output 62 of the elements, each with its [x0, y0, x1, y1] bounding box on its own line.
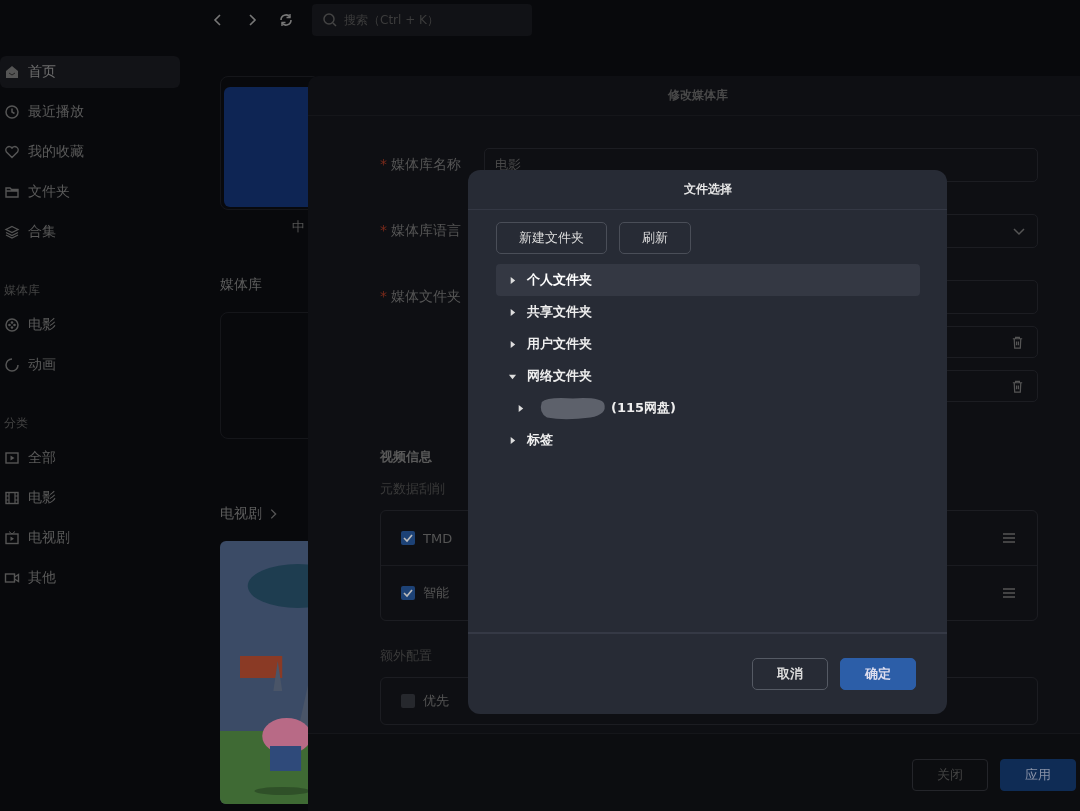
caret-right-icon[interactable] [508, 435, 517, 445]
section-heading[interactable]: 电视剧 [220, 505, 262, 523]
spinner-icon [4, 357, 20, 373]
sidebar-item[interactable]: 最近播放 [0, 96, 180, 128]
search-icon [322, 12, 338, 28]
tree-item[interactable]: 共享文件夹 [496, 296, 920, 328]
required-mark: * [380, 222, 387, 240]
tv-icon [4, 530, 20, 546]
tree-item[interactable]: (115网盘) [496, 392, 920, 424]
checkbox[interactable] [401, 694, 415, 708]
tree-item[interactable]: 标签 [496, 424, 920, 456]
section-heading: 媒体库 [220, 276, 262, 294]
tree-item[interactable]: 用户文件夹 [496, 328, 920, 360]
scraper-label: 智能 [423, 584, 450, 602]
sidebar-item[interactable]: 我的收藏 [0, 136, 180, 168]
drag-handle-icon[interactable] [1001, 530, 1017, 546]
caret-right-icon[interactable] [508, 339, 517, 349]
sidebar-item[interactable]: 全部 [0, 442, 180, 474]
tree-item[interactable]: 网络文件夹 [496, 360, 920, 392]
sidebar-item[interactable]: 动画 [0, 349, 180, 381]
toolbar-button[interactable]: 刷新 [619, 222, 691, 254]
sidebar-item[interactable]: 电影 [0, 309, 180, 341]
sidebar-item[interactable]: 首页 [0, 56, 180, 88]
dialog-title: 文件选择 [683, 181, 732, 198]
clock-icon [4, 104, 20, 120]
tree-item[interactable]: 个人文件夹 [496, 264, 920, 296]
dialog-button[interactable]: 取消 [752, 658, 828, 690]
toolbar-button[interactable]: 新建文件夹 [496, 222, 607, 254]
checkbox[interactable] [401, 586, 415, 600]
dialog-button[interactable]: 应用 [1000, 759, 1076, 791]
field-label: 媒体文件夹 [391, 288, 461, 306]
camera-icon [4, 570, 20, 586]
refresh-icon[interactable] [278, 12, 294, 28]
section-title: 视频信息 [380, 448, 433, 466]
field-label: 媒体库语言 [391, 222, 461, 240]
caret-right-icon[interactable] [508, 307, 517, 317]
film-icon [4, 490, 20, 506]
layers-icon [4, 224, 20, 240]
sidebar-item[interactable]: 电影 [0, 482, 180, 514]
required-mark: * [380, 156, 387, 174]
required-mark: * [380, 288, 387, 306]
folder-icon [4, 184, 20, 200]
card-caption: 中 [292, 218, 305, 236]
delete-icon[interactable] [1010, 378, 1025, 394]
drag-handle-icon[interactable] [1001, 585, 1017, 601]
heart-icon [4, 144, 20, 160]
sidebar-item[interactable]: 合集 [0, 216, 180, 248]
film-reel-icon [4, 317, 20, 333]
sidebar-item[interactable]: 其他 [0, 562, 180, 594]
sidebar-item[interactable]: 文件夹 [0, 176, 180, 208]
dialog-button[interactable]: 确定 [840, 658, 916, 690]
play-icon [4, 450, 20, 466]
caret-right-icon[interactable] [516, 403, 525, 413]
home-icon [4, 64, 20, 80]
caret-right-icon[interactable] [508, 275, 517, 285]
sidebar-item[interactable]: 电视剧 [0, 522, 180, 554]
field-label: 媒体库名称 [391, 156, 461, 174]
delete-icon[interactable] [1010, 334, 1025, 350]
scraper-label: TMD [423, 530, 454, 546]
option-label: 优先 [423, 692, 450, 710]
checkbox[interactable] [401, 531, 415, 545]
dialog-title: 修改媒体库 [668, 87, 728, 104]
